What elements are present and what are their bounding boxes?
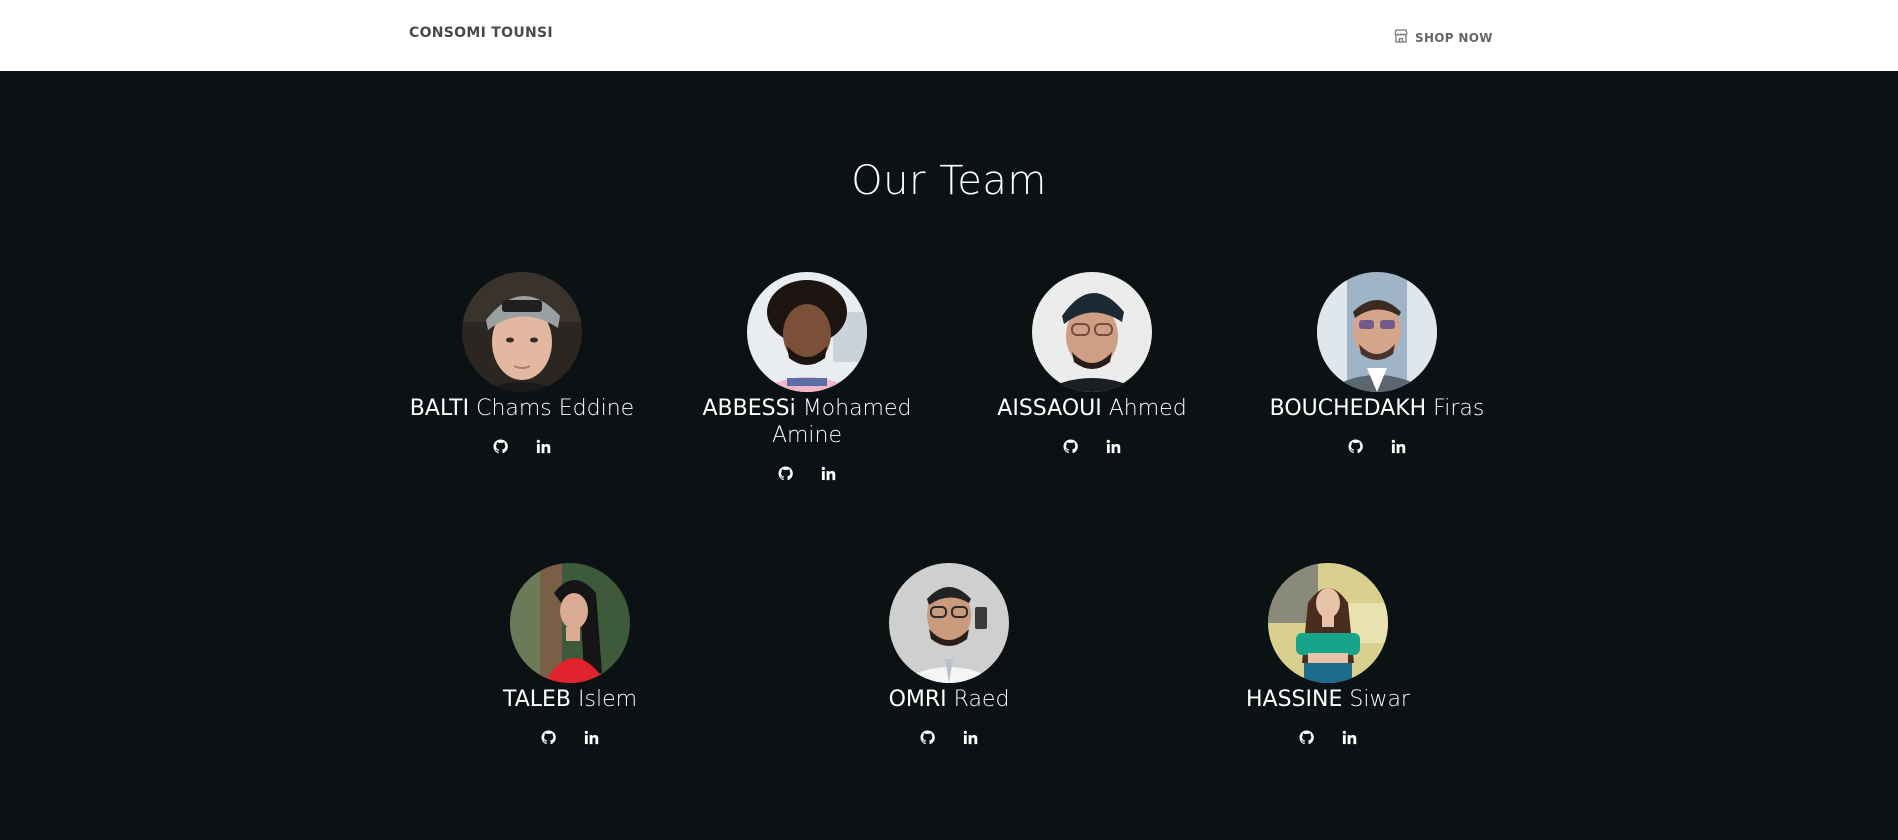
team-member-card: ABBESSi Mohamed Amine bbox=[667, 272, 947, 484]
avatar bbox=[889, 563, 1009, 683]
team-member-card: HASSINE Siwar bbox=[1188, 563, 1468, 748]
github-icon bbox=[1348, 439, 1363, 458]
brand-link[interactable]: CONSOMI TOUNSI bbox=[409, 25, 553, 41]
member-name: HASSINE Siwar bbox=[1188, 686, 1468, 713]
avatar bbox=[1268, 563, 1388, 683]
member-first-name: Firas bbox=[1433, 396, 1485, 421]
member-last-name: OMRI bbox=[888, 687, 947, 712]
social-links bbox=[777, 466, 837, 485]
linkedin-icon bbox=[963, 730, 978, 749]
team-section: Our Team BALTI Chams Eddine ABBESSi Moha… bbox=[0, 71, 1898, 840]
member-last-name: AISSAOUI bbox=[997, 396, 1102, 421]
avatar bbox=[510, 563, 630, 683]
member-name: BOUCHEDAKH Firas bbox=[1237, 395, 1517, 422]
social-links bbox=[919, 730, 979, 749]
member-name: TALEB Islem bbox=[430, 686, 710, 713]
social-links bbox=[492, 439, 552, 458]
social-links bbox=[1347, 439, 1407, 458]
linkedin-link[interactable] bbox=[820, 466, 837, 485]
storefront-icon bbox=[1393, 28, 1409, 47]
social-links bbox=[1062, 439, 1122, 458]
linkedin-link[interactable] bbox=[1341, 730, 1358, 749]
team-member-card: OMRI Raed bbox=[809, 563, 1089, 748]
github-icon bbox=[920, 730, 935, 749]
linkedin-icon bbox=[536, 439, 551, 458]
github-icon bbox=[541, 730, 556, 749]
github-link[interactable] bbox=[1347, 439, 1364, 458]
shop-now-link[interactable]: SHOP NOW bbox=[1393, 28, 1493, 47]
github-icon bbox=[778, 466, 793, 485]
linkedin-link[interactable] bbox=[962, 730, 979, 749]
github-link[interactable] bbox=[1062, 439, 1079, 458]
linkedin-icon bbox=[1391, 439, 1406, 458]
team-member-card: AISSAOUI Ahmed bbox=[952, 272, 1232, 457]
github-icon bbox=[493, 439, 508, 458]
member-first-name: Raed bbox=[953, 687, 1010, 712]
linkedin-icon bbox=[1106, 439, 1121, 458]
avatar bbox=[747, 272, 867, 392]
shop-now-label: SHOP NOW bbox=[1415, 30, 1493, 45]
member-first-name: Siwar bbox=[1349, 687, 1410, 712]
member-name: ABBESSi Mohamed Amine bbox=[667, 395, 947, 449]
github-icon bbox=[1063, 439, 1078, 458]
social-links bbox=[1298, 730, 1358, 749]
member-first-name: Ahmed bbox=[1108, 396, 1187, 421]
member-last-name: ABBESSi bbox=[702, 396, 796, 421]
member-first-name: Islem bbox=[578, 687, 638, 712]
social-links bbox=[540, 730, 600, 749]
team-member-card: BALTI Chams Eddine bbox=[382, 272, 662, 457]
github-icon bbox=[1299, 730, 1314, 749]
github-link[interactable] bbox=[919, 730, 936, 749]
member-first-name: Chams Eddine bbox=[476, 396, 635, 421]
linkedin-link[interactable] bbox=[583, 730, 600, 749]
member-name: BALTI Chams Eddine bbox=[382, 395, 662, 422]
member-name: AISSAOUI Ahmed bbox=[952, 395, 1232, 422]
section-title: Our Team bbox=[851, 158, 1047, 204]
avatar bbox=[1032, 272, 1152, 392]
linkedin-link[interactable] bbox=[535, 439, 552, 458]
member-last-name: HASSINE bbox=[1246, 687, 1343, 712]
member-name: OMRI Raed bbox=[809, 686, 1089, 713]
member-last-name: BALTI bbox=[409, 396, 470, 421]
linkedin-link[interactable] bbox=[1390, 439, 1407, 458]
avatar bbox=[1317, 272, 1437, 392]
github-link[interactable] bbox=[777, 466, 794, 485]
member-last-name: TALEB bbox=[502, 687, 571, 712]
github-link[interactable] bbox=[1298, 730, 1315, 749]
navbar: CONSOMI TOUNSI SHOP NOW bbox=[0, 0, 1898, 71]
team-member-card: TALEB Islem bbox=[430, 563, 710, 748]
linkedin-icon bbox=[1342, 730, 1357, 749]
member-last-name: BOUCHEDAKH bbox=[1269, 396, 1427, 421]
linkedin-icon bbox=[584, 730, 599, 749]
linkedin-icon bbox=[821, 466, 836, 485]
team-member-card: BOUCHEDAKH Firas bbox=[1237, 272, 1517, 457]
avatar bbox=[462, 272, 582, 392]
linkedin-link[interactable] bbox=[1105, 439, 1122, 458]
github-link[interactable] bbox=[540, 730, 557, 749]
github-link[interactable] bbox=[492, 439, 509, 458]
